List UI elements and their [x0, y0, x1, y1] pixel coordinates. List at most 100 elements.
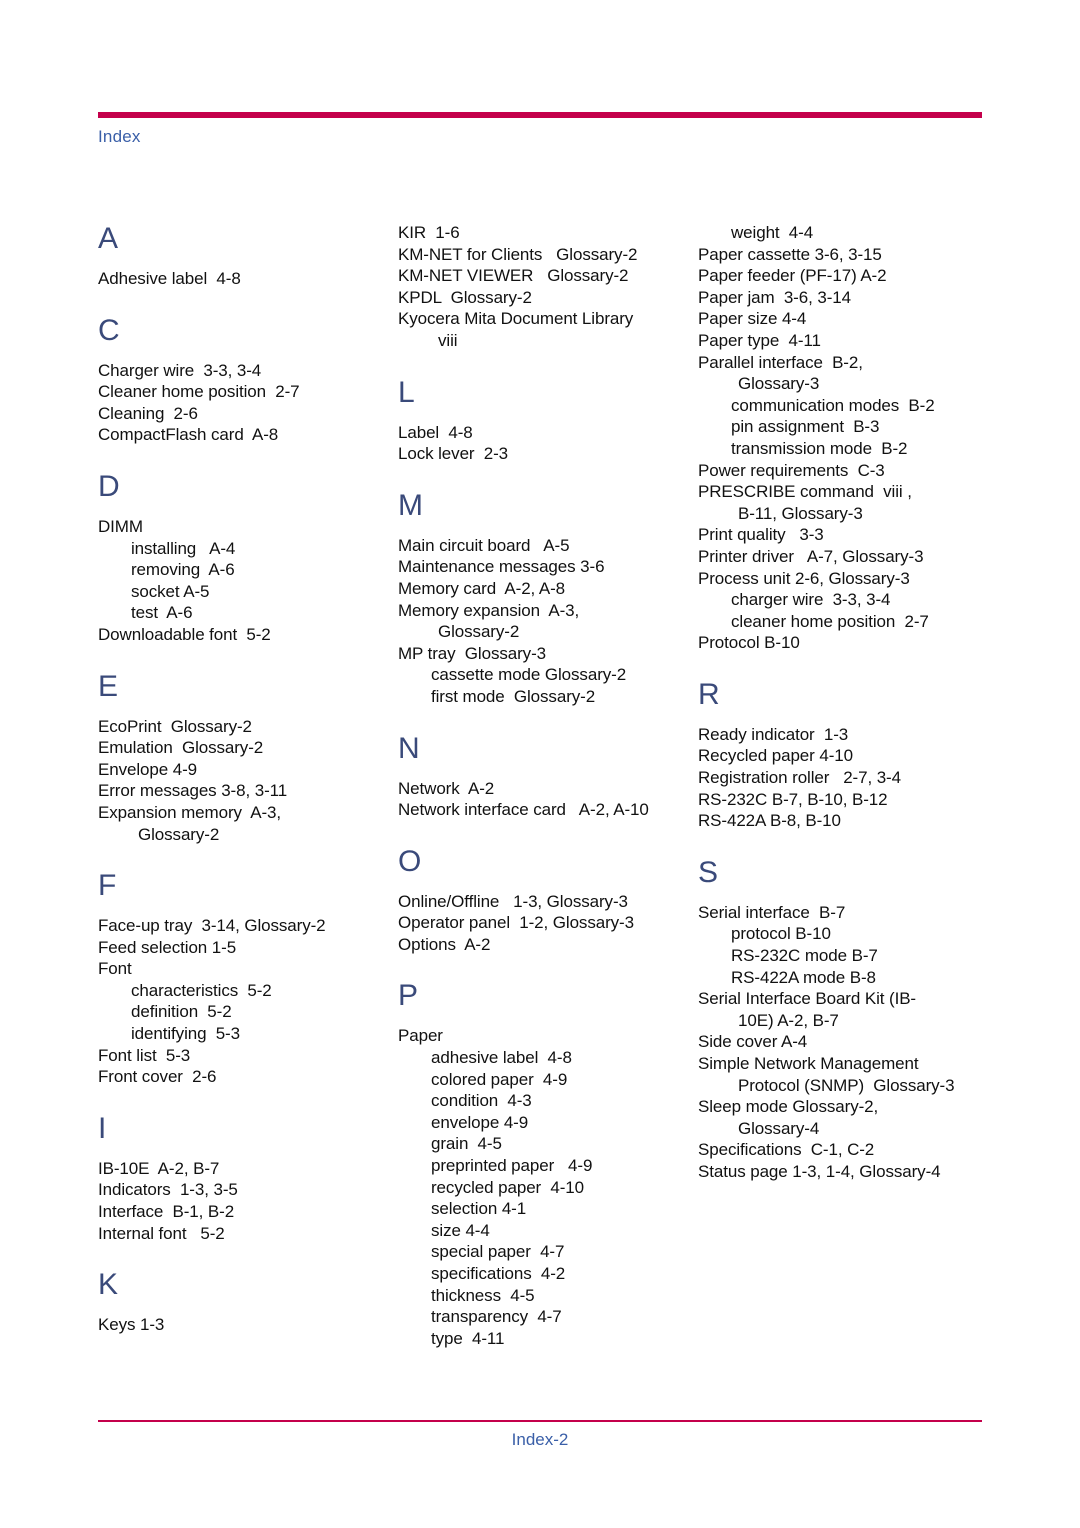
index-entry-list: IB-10E A-2, B-7 Indicators 1-3, 3-5 Interf… — [98, 1158, 398, 1244]
column-3: weight 4-4 Paper cassette 3-6, 3-15 Paper … — [698, 222, 998, 1183]
index-subentry: recycled paper 4-10 — [431, 1177, 584, 1197]
index-entry-list: KIR 1-6 KM-NET for Clients Glossary-2 KM-N… — [398, 222, 698, 352]
header-rule — [98, 112, 982, 118]
index-entry: Serial interface B-7 — [698, 902, 846, 922]
letter-section-c: C — [98, 314, 398, 348]
index-subentry: grain 4-5 — [431, 1134, 502, 1154]
index-entry: Cleaning 2-6 — [98, 403, 198, 423]
index-entry: Font list 5-3 — [98, 1045, 191, 1065]
index-entry: CompactFlash card A-8 — [98, 425, 279, 445]
index-entry: Lock lever 2-3 — [398, 444, 508, 464]
index-entry: Specifications C-1, C-2 — [698, 1140, 875, 1160]
index-entry: Paper cassette 3-6, 3-15 — [698, 244, 882, 264]
index-entry: Expansion memory A-3, — [98, 802, 281, 822]
index-entry: Options A-2 — [398, 934, 491, 954]
index-entry-list: Serial interface B-7 protocol B-10 RS-232C… — [698, 902, 998, 1183]
letter-section-l: L — [398, 376, 698, 410]
index-subentry: pin assignment B-3 — [731, 417, 880, 437]
letter-heading: D — [98, 469, 120, 503]
index-entry: Internal font 5-2 — [98, 1223, 225, 1243]
index-subentry: specifications 4-2 — [431, 1264, 566, 1283]
index-entry: Status page 1-3, 1-4, Glossary-4 — [698, 1161, 941, 1181]
index-entry: Paper size 4-4 — [698, 309, 807, 329]
index-subentry: removing A-6 — [131, 560, 235, 580]
letter-section-m: M — [398, 489, 698, 523]
index-entry-list: Face-up tray 3-14, Glossary-2 Feed select… — [98, 915, 398, 1088]
index-entry-list: Paper adhesive label 4-8 colored paper 4-9… — [398, 1025, 698, 1349]
index-subentry: special paper 4-7 — [431, 1242, 565, 1262]
letter-heading: F — [98, 869, 117, 903]
index-entry: Keys 1-3 — [98, 1315, 165, 1335]
index-entry-list: Adhesive label 4-8 — [98, 268, 398, 290]
index-entry-list: Charger wire 3-3, 3-4 Cleaner home positi… — [98, 360, 398, 446]
index-entry: Front cover 2-6 — [98, 1067, 217, 1087]
letter-section-k: K — [98, 1268, 398, 1302]
index-entry: Paper type 4-11 — [698, 330, 821, 350]
index-entry-list: Label 4-8 Lock lever 2-3 — [398, 422, 698, 465]
letter-heading: P — [398, 979, 419, 1013]
index-entry: Power requirements C-3 — [698, 460, 885, 480]
letter-section-n: N — [398, 732, 698, 766]
index-subentry: size 4-4 — [431, 1220, 490, 1240]
letter-heading: A — [98, 222, 119, 255]
index-entry: Feed selection 1-5 — [98, 937, 237, 957]
page-number: Index-2 — [511, 1430, 569, 1449]
index-entry: Error messages 3-8, 3-11 — [98, 781, 288, 801]
index-subentry: definition 5-2 — [131, 1002, 232, 1022]
index-entry-list: Ready indicator 1-3 Recycled paper 4-10 Re… — [698, 724, 998, 832]
letter-section-o: O — [398, 845, 698, 879]
index-entry: Side cover A-4 — [698, 1032, 808, 1052]
index-columns: A Adhesive label 4-8 C Charger wire 3-3, 3-… — [98, 222, 998, 1349]
index-entry: Paper — [398, 1026, 443, 1046]
index-subentry: weight 4-4 — [731, 223, 814, 242]
index-entry: Ready indicator 1-3 — [698, 724, 849, 744]
index-subentry: type 4-11 — [431, 1328, 505, 1348]
index-entry: Downloadable font 5-2 — [98, 624, 271, 644]
index-subentry: condition 4-3 — [431, 1091, 532, 1111]
index-subentry: test A-6 — [131, 603, 193, 623]
index-entry: RS-232C B-7, B-10, B-12 — [698, 789, 888, 809]
index-entry: Label 4-8 — [398, 422, 473, 442]
index-entry: Printer driver A-7, Glossary-3 — [698, 546, 924, 566]
letter-heading: I — [98, 1111, 107, 1145]
index-entry-continuation: 10E) A-2, B-7 — [738, 1010, 839, 1030]
index-entry: Parallel interface B-2, — [698, 352, 863, 372]
letter-heading: N — [398, 731, 420, 765]
index-entry-continuation: B-11, Glossary-3 — [738, 503, 863, 523]
index-entry: Process unit 2-6, Glossary-3 — [698, 568, 910, 588]
index-entry-list: EcoPrint Glossary-2 Emulation Glossary-2 E… — [98, 716, 398, 846]
index-subentry: transmission mode B-2 — [731, 438, 908, 458]
index-entry: KM-NET VIEWER Glossary-2 — [398, 266, 629, 286]
index-entry: Envelope 4-9 — [98, 759, 197, 779]
index-entry: Face-up tray 3-14, Glossary-2 — [98, 916, 326, 936]
letter-heading: R — [698, 677, 720, 711]
index-entry-list: Keys 1-3 — [98, 1314, 398, 1336]
column-1: A Adhesive label 4-8 C Charger wire 3-3, 3-… — [98, 222, 398, 1336]
index-entry-continuation: Glossary-3 — [738, 374, 820, 394]
index-entry: Online/Offline 1-3, Glossary-3 — [398, 891, 628, 911]
index-entry-list: DIMM installing A-4 removing A-6 socket A-5… — [98, 516, 398, 646]
footer-rule — [98, 1420, 982, 1422]
page-header: Index — [98, 112, 982, 147]
index-entry-continuation: Protocol (SNMP) Glossary-3 — [738, 1075, 955, 1095]
index-subentry: thickness 4-5 — [431, 1285, 535, 1305]
index-entry: Adhesive label 4-8 — [98, 269, 241, 288]
letter-heading: L — [398, 375, 415, 409]
index-subentry: RS-232C mode B-7 — [731, 946, 878, 966]
index-entry: Charger wire 3-3, 3-4 — [98, 360, 262, 380]
index-entry: IB-10E A-2, B-7 — [98, 1158, 220, 1178]
letter-section-s: S — [698, 856, 998, 890]
index-subentry: communication modes B-2 — [731, 395, 935, 415]
index-entry-list: Network A-2 Network interface card A-2, A… — [398, 778, 698, 821]
index-entry: Print quality 3-3 — [698, 525, 824, 545]
letter-heading: M — [398, 488, 423, 522]
header-label: Index — [98, 127, 141, 146]
index-entry: Simple Network Management — [698, 1054, 919, 1073]
index-entry: Memory card A-2, A-8 — [398, 578, 566, 598]
letter-section-f: F — [98, 869, 398, 903]
index-subentry: envelope 4-9 — [431, 1112, 529, 1132]
index-entry: KPDL Glossary-2 — [398, 287, 532, 307]
index-subentry: preprinted paper 4-9 — [431, 1156, 593, 1176]
index-subentry: transparency 4-7 — [431, 1307, 562, 1327]
index-subentry: installing A-4 — [131, 538, 236, 558]
